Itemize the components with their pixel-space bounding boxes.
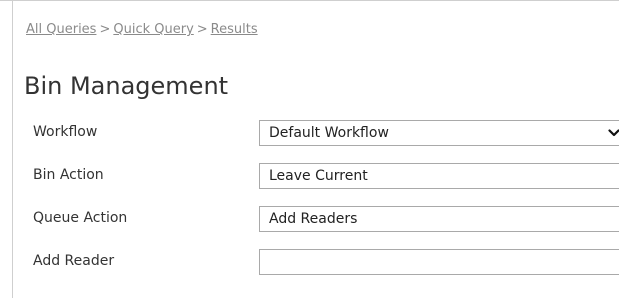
bin-action-value: Leave Current	[269, 168, 368, 184]
queue-action-row: Queue Action Add Readers	[33, 206, 619, 232]
add-reader-label: Add Reader	[33, 253, 115, 269]
queue-action-value: Add Readers	[269, 211, 358, 227]
queue-action-field[interactable]: Add Readers	[259, 206, 619, 232]
panel-left-border	[12, 0, 13, 298]
add-reader-row: Add Reader	[33, 249, 619, 275]
bin-action-label: Bin Action	[33, 167, 104, 183]
chevron-down-icon[interactable]	[608, 127, 619, 139]
page-title: Bin Management	[24, 72, 229, 100]
breadcrumb-all-queries[interactable]: All Queries	[26, 22, 96, 37]
panel-top-border	[0, 0, 619, 1]
breadcrumb-results[interactable]: Results	[211, 22, 258, 37]
breadcrumb: All Queries > Quick Query > Results	[26, 22, 258, 37]
workflow-select[interactable]: Default Workflow	[259, 120, 619, 146]
breadcrumb-separator: >	[99, 22, 111, 37]
bin-action-field[interactable]: Leave Current	[259, 163, 619, 189]
workflow-label: Workflow	[33, 124, 98, 140]
bin-action-row: Bin Action Leave Current	[33, 163, 619, 189]
workflow-row: Workflow Default Workflow	[33, 120, 619, 146]
workflow-selected-value: Default Workflow	[269, 125, 389, 141]
breadcrumb-separator: >	[196, 22, 208, 37]
add-reader-input[interactable]	[259, 249, 619, 275]
queue-action-label: Queue Action	[33, 210, 128, 226]
breadcrumb-quick-query[interactable]: Quick Query	[113, 22, 193, 37]
